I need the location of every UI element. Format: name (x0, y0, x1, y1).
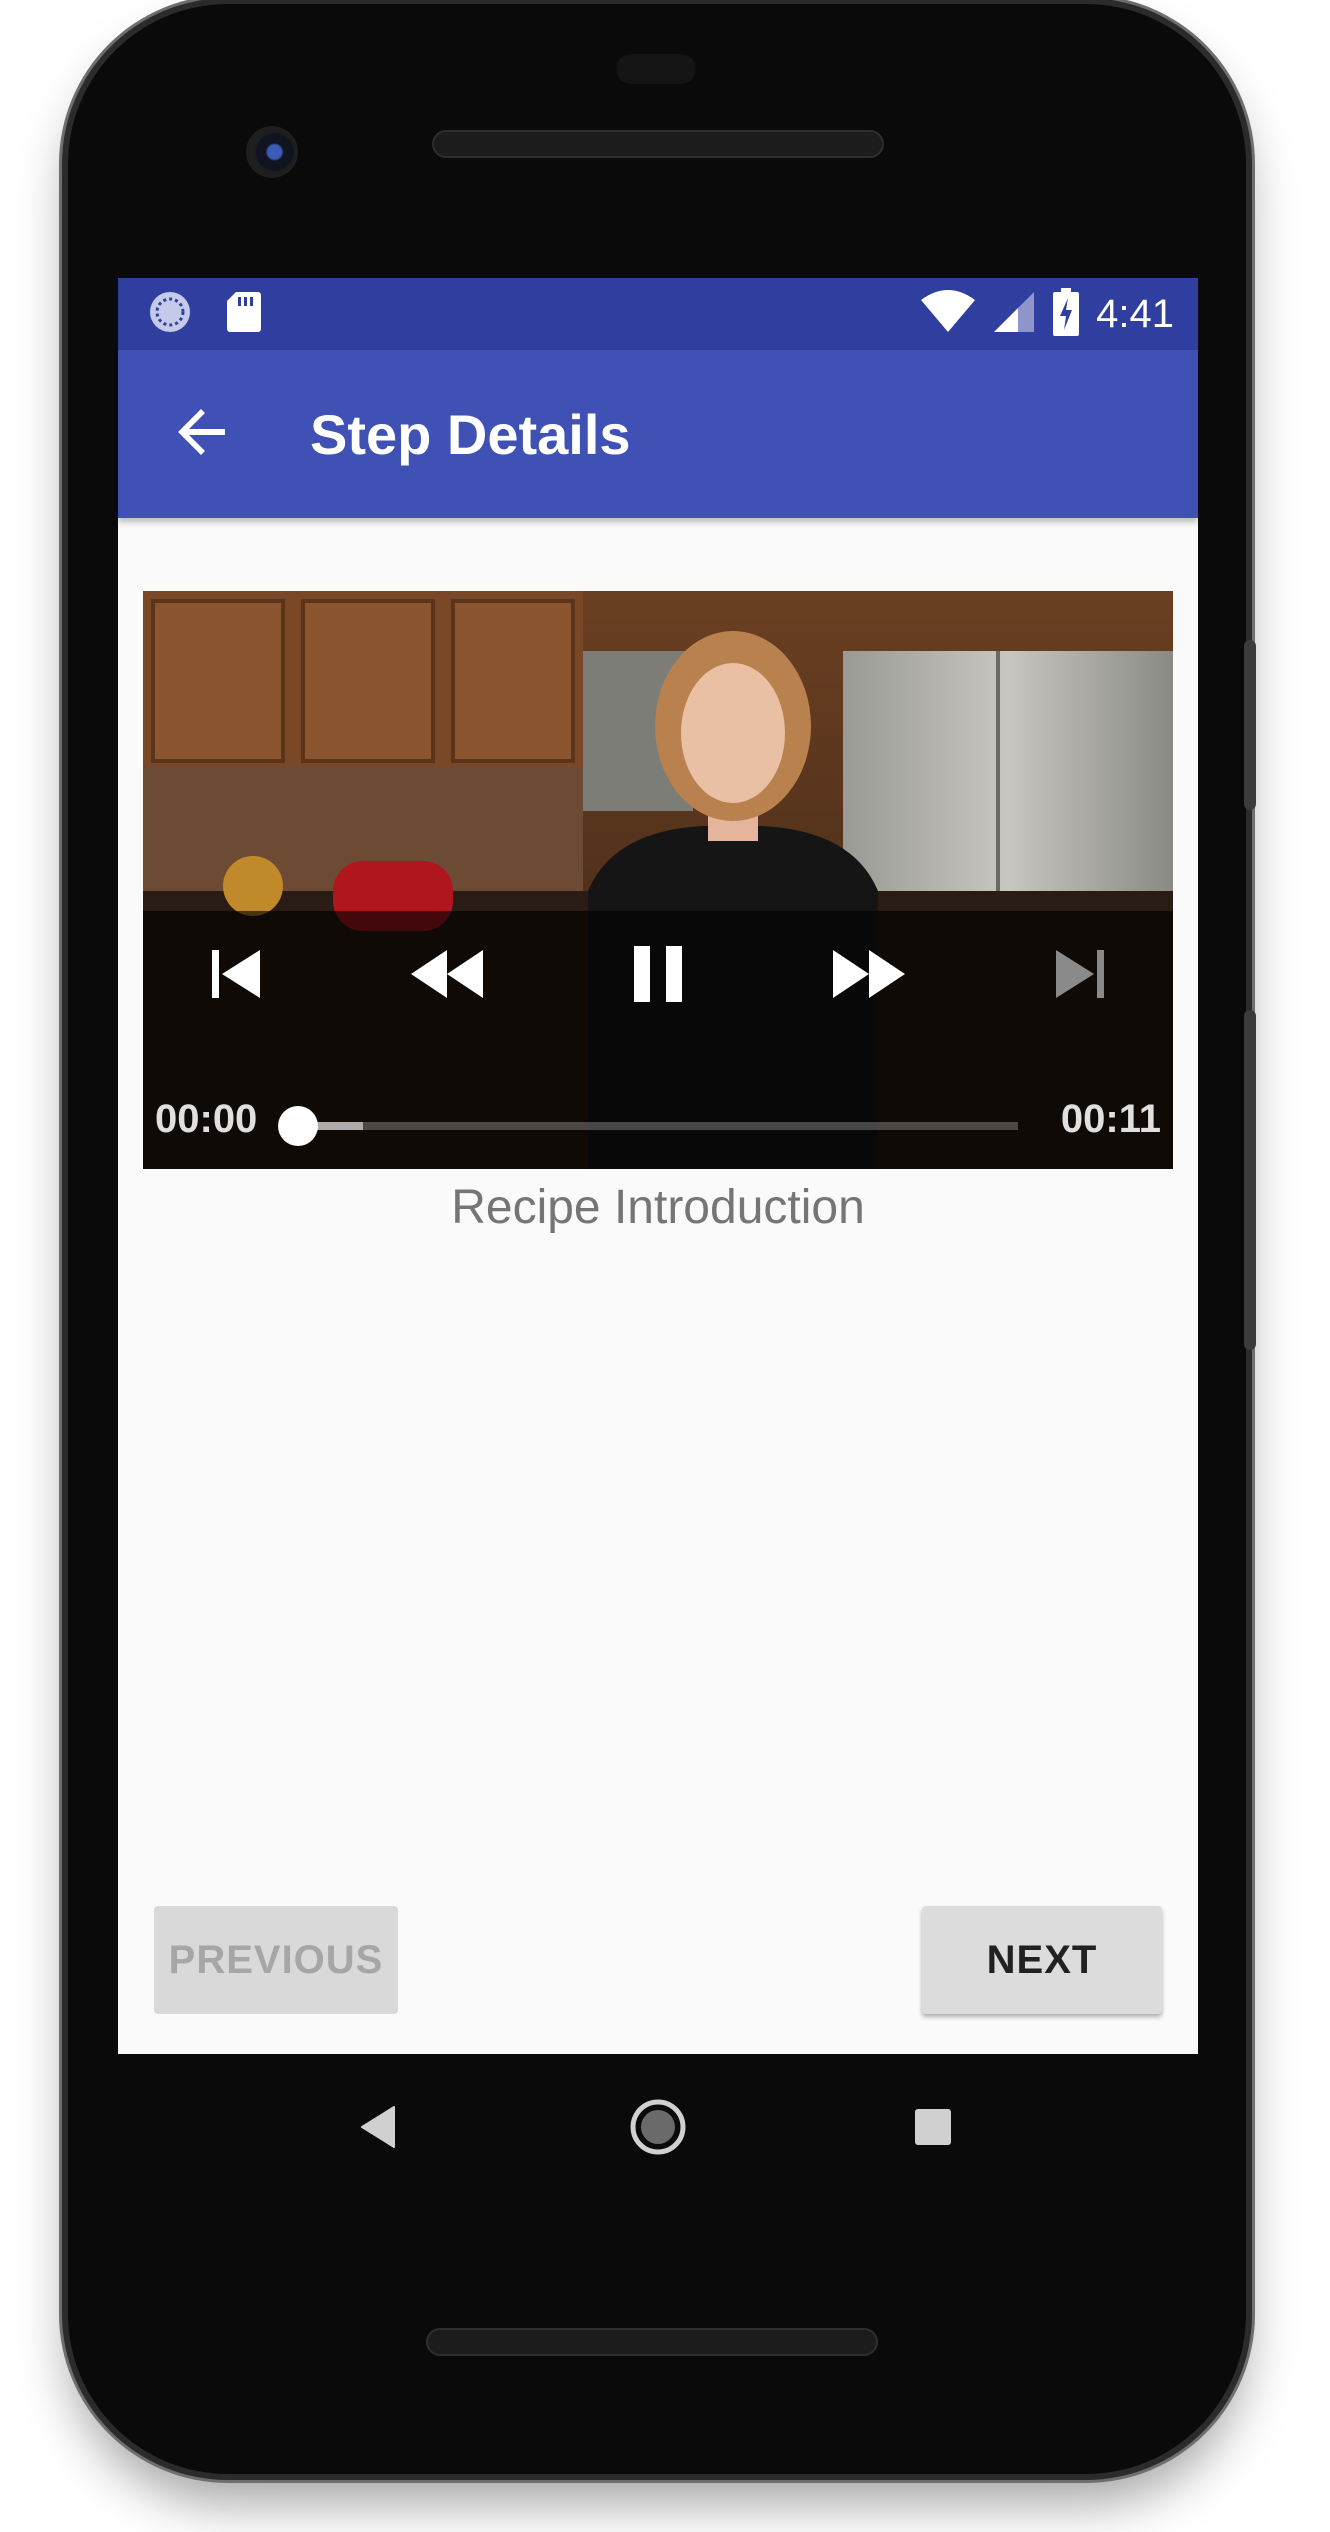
skip-previous-button[interactable] (181, 921, 291, 1031)
fast-forward-icon (831, 948, 907, 1005)
recents-square-icon (913, 2107, 953, 2152)
system-back-button[interactable] (323, 2074, 433, 2184)
skip-previous-icon (206, 946, 266, 1007)
proximity-sensor (616, 54, 696, 84)
pause-icon (630, 944, 686, 1009)
top-speaker (432, 130, 884, 158)
signal-icon (992, 290, 1036, 339)
rewind-button[interactable] (392, 921, 502, 1031)
previous-button[interactable]: PREVIOUS (154, 1906, 398, 2014)
video-player[interactable]: 00:00 00:11 (143, 591, 1173, 1169)
volume-button (1244, 1010, 1256, 1350)
player-controls: 00:00 00:11 (143, 911, 1173, 1169)
next-button[interactable]: NEXT (922, 1906, 1162, 2014)
step-description: Recipe Introduction (451, 1181, 865, 1234)
front-camera (246, 126, 298, 178)
arrow-back-icon (175, 404, 231, 465)
current-time: 00:00 (155, 1097, 258, 1141)
system-recents-button[interactable] (878, 2074, 988, 2184)
skip-next-button[interactable] (1025, 921, 1135, 1031)
seek-thumb[interactable] (278, 1106, 318, 1146)
duration: 00:11 (1060, 1097, 1161, 1141)
system-navigation-bar (118, 2054, 1198, 2204)
power-button (1244, 640, 1256, 810)
system-home-button[interactable] (603, 2074, 713, 2184)
page-title: Step Details (310, 402, 631, 466)
bottom-speaker (426, 2328, 878, 2356)
fast-forward-button[interactable] (814, 921, 924, 1031)
battery-charging-icon (1052, 287, 1080, 341)
back-button[interactable] (118, 350, 288, 518)
rewind-icon (409, 948, 485, 1005)
back-triangle-icon (358, 2104, 398, 2155)
screen: 4:41 Step Details 00:00 00:11 Recipe Int… (118, 278, 1198, 2054)
sync-icon (148, 290, 192, 339)
home-circle-icon (628, 2097, 688, 2162)
status-clock: 4:41 (1096, 291, 1174, 336)
wifi-icon (920, 289, 976, 339)
sd-card-icon (226, 290, 262, 339)
status-bar: 4:41 (118, 278, 1198, 350)
seek-bar[interactable] (298, 1122, 1018, 1130)
toolbar: Step Details (118, 350, 1198, 518)
pause-button[interactable] (603, 921, 713, 1031)
skip-next-icon (1050, 946, 1110, 1007)
